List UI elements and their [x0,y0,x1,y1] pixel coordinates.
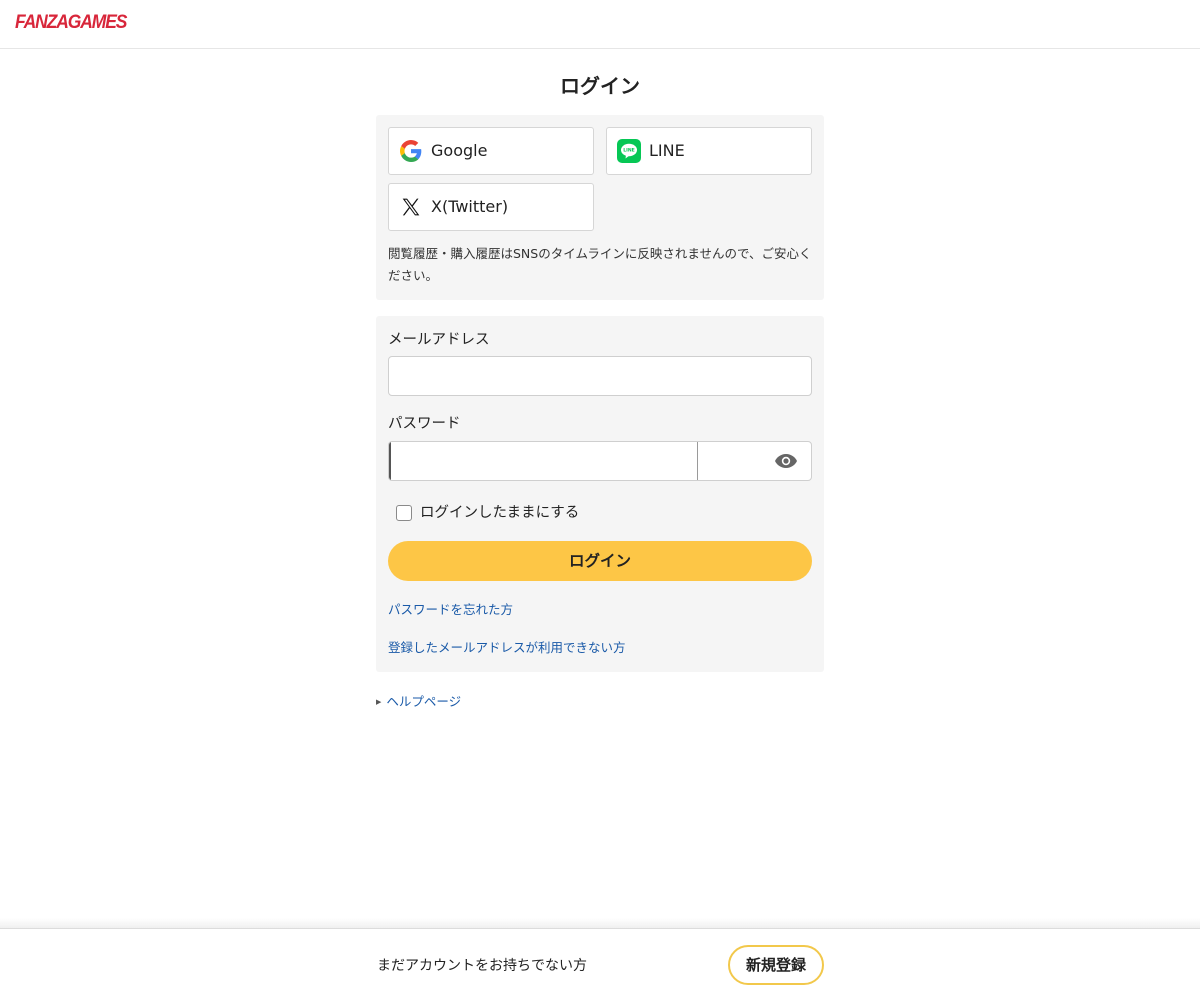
page-title: ログイン [560,74,640,98]
remember-login-label: ログインしたままにする [420,505,580,521]
no-account-prompt: まだアカウントをお持ちでない方 [377,958,587,974]
password-field [388,441,812,481]
eye-icon[interactable] [773,449,799,473]
line-login-label: LINE [649,141,685,160]
register-button[interactable]: 新規登録 [728,945,824,985]
line-login-button[interactable]: LINE LINE [606,127,812,175]
x-twitter-login-button[interactable]: X(Twitter) [388,183,594,231]
password-label: パスワード [388,416,461,432]
x-twitter-login-label: X(Twitter) [431,197,509,216]
google-login-label: Google [431,141,488,160]
sns-privacy-note: 閲覧履歴・購入履歴はSNSのタイムラインに反映されませんので、ご安心ください。 [388,246,812,283]
email-unavailable-link[interactable]: 登録したメールアドレスが利用できない方 [388,639,626,657]
site-header: FANZAGAMES [0,0,1200,49]
password-input[interactable] [389,442,698,480]
forgot-password-link[interactable]: パスワードを忘れた方 [388,601,513,619]
svg-text:LINE: LINE [623,148,635,154]
fanza-games-logo[interactable]: FANZAGAMES [15,12,127,34]
line-icon: LINE [617,139,641,163]
login-button[interactable]: ログイン [388,541,812,581]
x-twitter-icon [399,195,423,219]
help-page-link[interactable]: ▶ ヘルプページ [376,693,461,711]
footer-shadow [0,918,1200,928]
google-icon [399,139,423,163]
sns-login-panel: Google LINE LINE X(Twitter) 閲覧履歴・購入履歴はSN… [376,115,824,300]
email-input[interactable] [388,356,812,396]
remember-login-checkbox[interactable] [396,505,412,521]
remember-login-checkbox-row[interactable]: ログインしたままにする [396,503,579,523]
google-login-button[interactable]: Google [388,127,594,175]
signup-footer: まだアカウントをお持ちでない方 新規登録 [0,928,1200,1000]
email-login-panel: メールアドレス パスワード ログインしたままにする ログイン パスワードを忘れた… [376,316,824,672]
help-page-label: ヘルプページ [386,694,462,709]
email-label: メールアドレス [388,332,490,348]
triangle-right-icon: ▶ [376,698,382,706]
